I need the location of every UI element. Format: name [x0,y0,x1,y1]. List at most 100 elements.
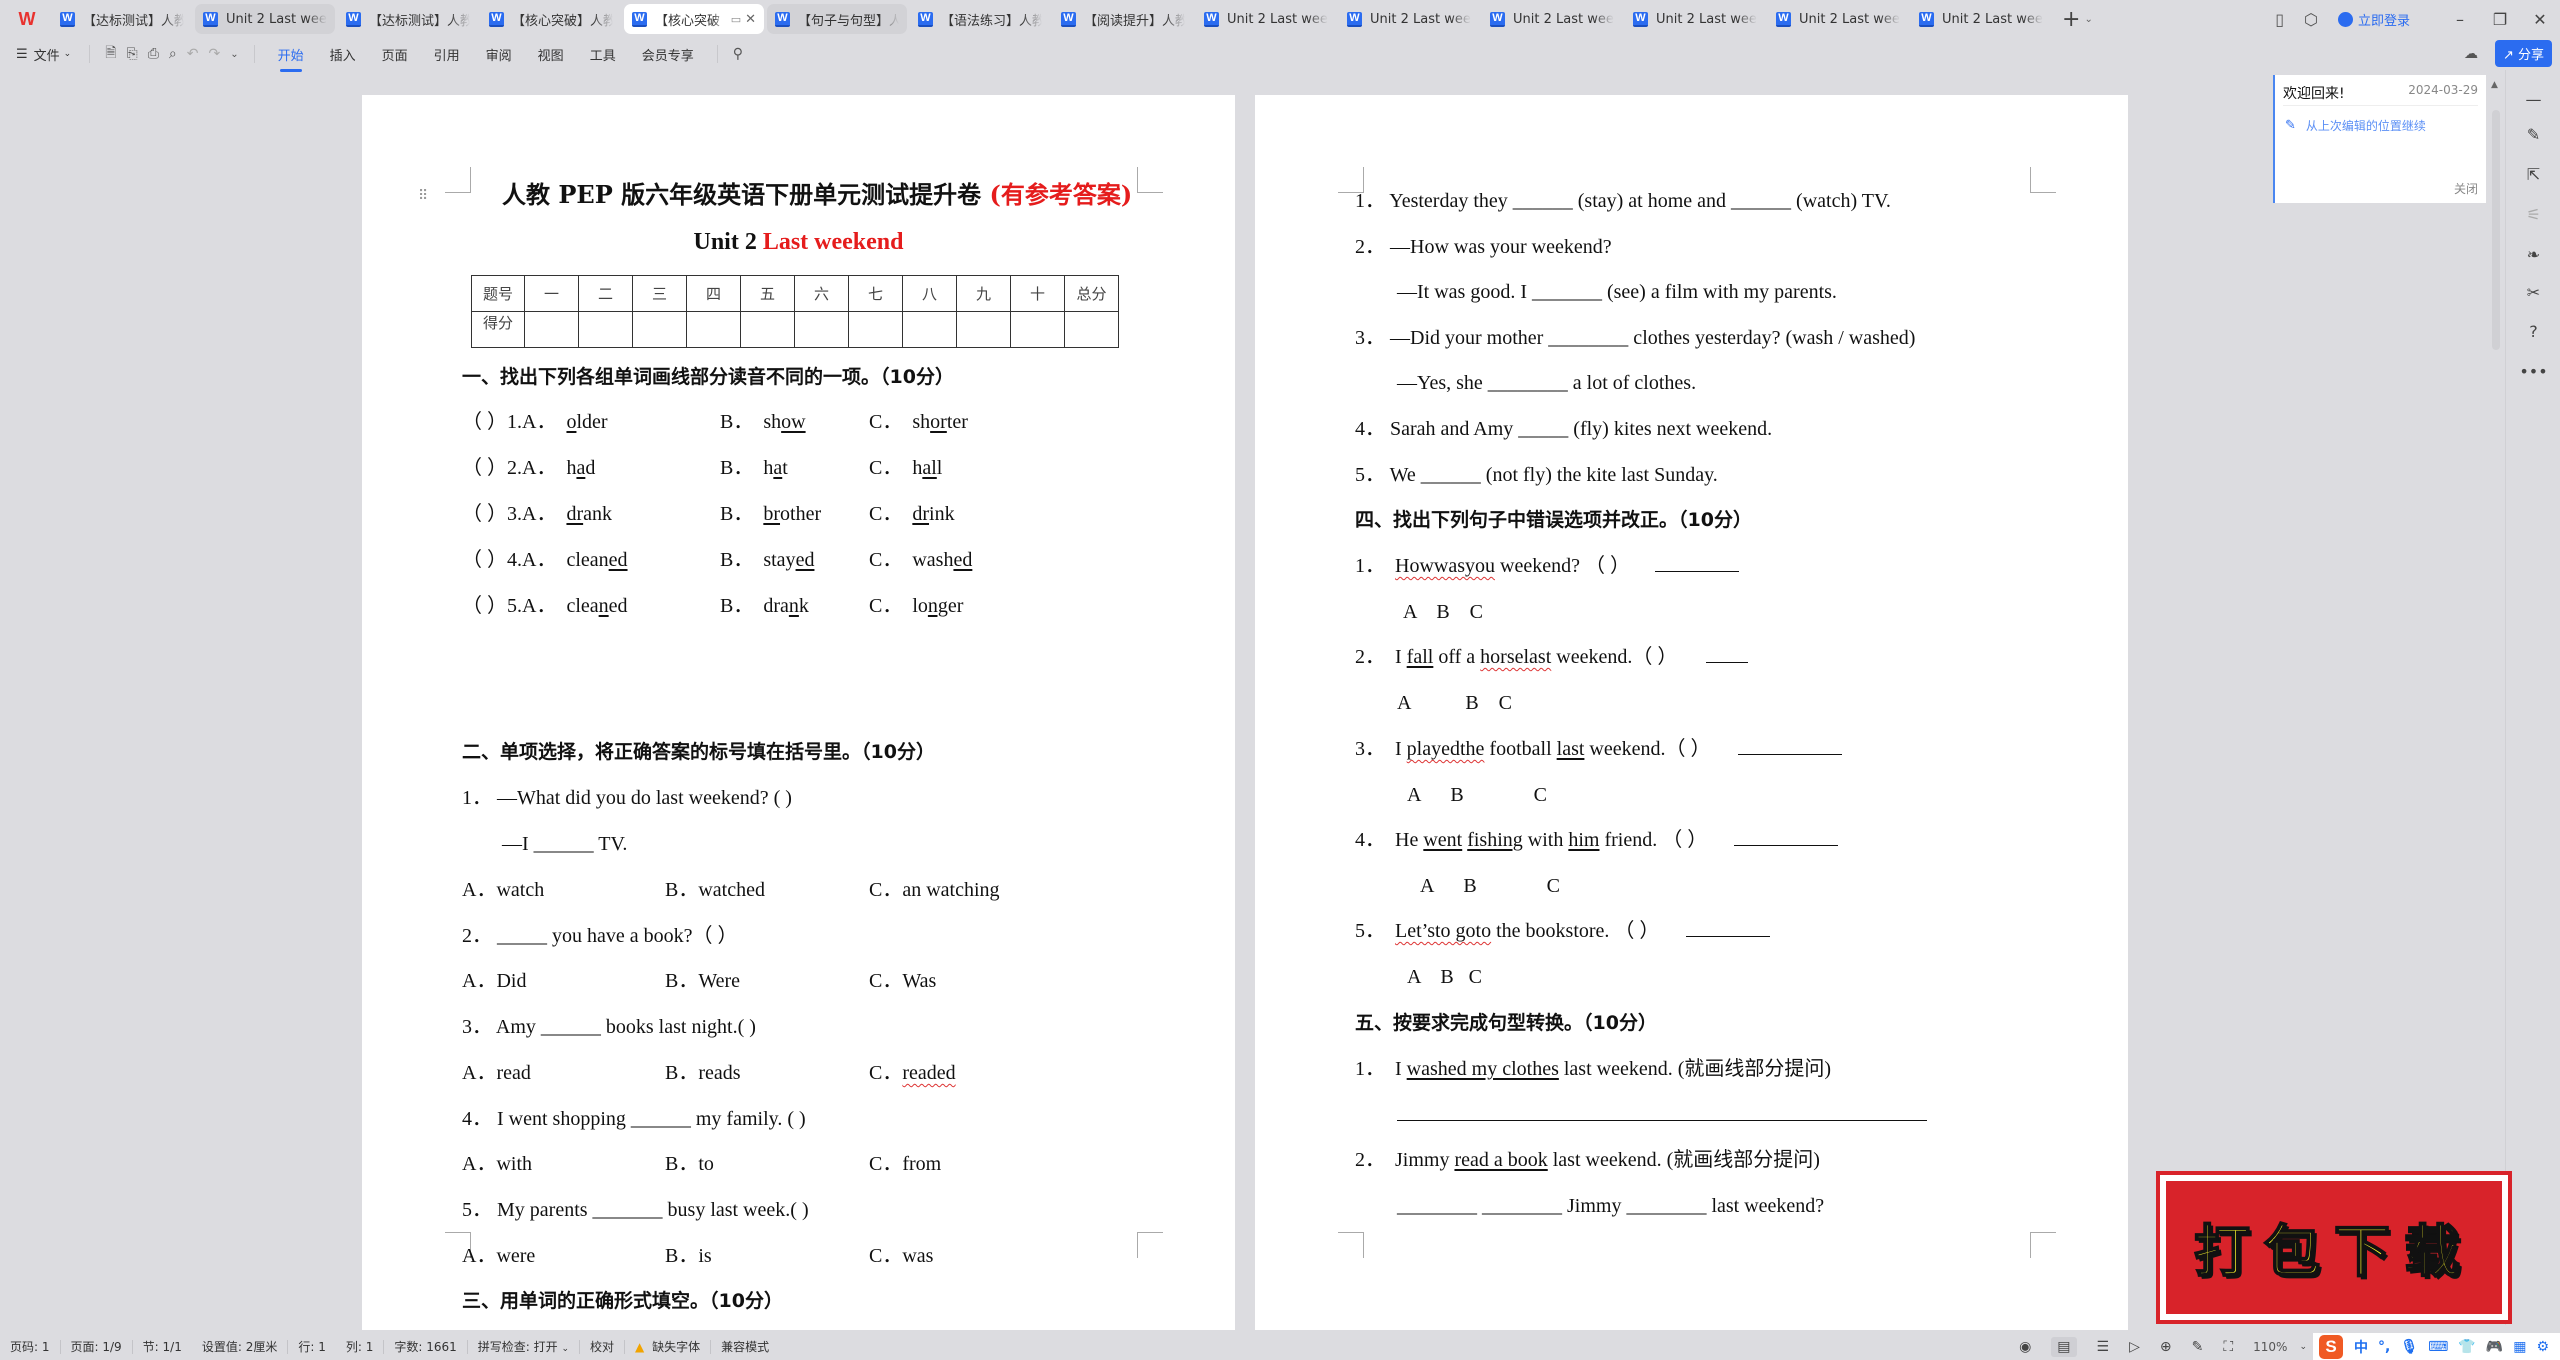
search-icon[interactable]: ⚲ [733,46,743,62]
document-tab[interactable]: W 【语法练习】人教PEP [910,4,1050,34]
zoom-level[interactable]: 110% [2253,1340,2287,1354]
restore-icon[interactable]: ❐ [2480,10,2520,29]
answer-blank[interactable] [1734,828,1839,846]
status-section[interactable]: 节: 1/1 [133,1338,192,1355]
print-preview-icon[interactable]: ⌕ [169,46,177,62]
page-view-icon[interactable]: ▤ [2051,1336,2077,1357]
spell-check-toggle[interactable]: 拼写检查: 打开 ⌄ [468,1338,579,1355]
score-cell[interactable] [956,311,1011,348]
wps-logo-icon[interactable]: W [16,8,38,30]
ribbon-tab[interactable]: 引用 [434,41,460,68]
document-tab[interactable]: W Unit 2 Last weekend [1625,4,1765,34]
cube-icon[interactable]: ⬡ [2304,10,2318,29]
score-cell[interactable] [902,311,957,348]
status-page-code[interactable]: 页码: 1 [0,1338,60,1355]
apps-grid-icon[interactable]: ▦ [2513,1339,2526,1355]
settings-icon[interactable]: ⚙ [2536,1339,2549,1355]
tools-icon[interactable]: ✂ [2506,283,2560,302]
ribbon-tab[interactable]: 开始 [278,41,304,72]
fit-screen-icon[interactable]: ⛶ [2223,1339,2233,1355]
help-icon[interactable]: ? [2506,322,2560,341]
save-icon[interactable]: 🗎 [105,42,116,66]
score-cell[interactable] [578,311,633,348]
chevron-down-icon[interactable]: ⌄ [2084,14,2092,25]
document-tab[interactable]: W Unit 2 Last weekend [1911,4,2051,34]
score-cell[interactable] [524,311,579,348]
write-mode-icon[interactable]: ✎ [2192,1339,2204,1355]
document-tab[interactable]: W Unit 2 Last weekend [1768,4,1908,34]
document-tab[interactable]: W Unit 2 Last weekend [195,4,335,34]
adjust-sliders-icon[interactable]: ⚟ [2506,205,2560,224]
score-cell[interactable] [794,311,849,348]
redo-icon[interactable]: ↷ [208,46,220,62]
keyboard-icon[interactable]: ⌨ [2428,1339,2448,1355]
vertical-scrollbar[interactable] [2492,110,2500,350]
answer-blank[interactable] [1706,645,1749,663]
skin-shirt-icon[interactable]: 👕 [2458,1339,2475,1355]
document-tab[interactable]: W Unit 2 Last weekend [1339,4,1479,34]
more-options-icon[interactable]: ••• [2506,362,2560,381]
answer-line[interactable] [1397,1103,1927,1121]
score-cell[interactable] [632,311,687,348]
ribbon-tab[interactable]: 插入 [330,41,356,68]
ai-image-icon[interactable]: ❧ [2506,245,2560,264]
undo-icon[interactable]: ↶ [187,46,199,62]
sogou-logo-icon[interactable]: S [2319,1334,2343,1359]
status-page[interactable]: 页面: 1/9 [61,1338,132,1355]
collapse-icon[interactable]: — [2506,90,2560,109]
more-quick-access-icon[interactable]: ⌄ [230,49,238,60]
select-cursor-icon[interactable]: ⇱ [2506,165,2560,184]
close-window-icon[interactable]: ✕ [2520,10,2560,29]
proofread-button[interactable]: 校对 [580,1338,624,1355]
print-icon[interactable]: ⎙ [148,46,159,62]
login-button[interactable]: 立即登录 [2337,10,2410,29]
close-tab-icon[interactable]: ✕ [745,12,756,27]
score-cell[interactable] [740,311,795,348]
ribbon-tab[interactable]: 审阅 [486,41,512,68]
document-tab[interactable]: W Unit 2 Last weekend [1196,4,1336,34]
drag-handle-icon[interactable]: ⠿ [418,188,428,204]
split-view-icon[interactable]: ▭ [731,13,741,26]
new-tab-plus-icon[interactable]: + [2062,7,2080,32]
file-menu-button[interactable]: ☰ 文件 ⌄ [16,45,71,64]
document-tab[interactable]: W 【核心突破 ▭ ✕ [624,4,764,34]
status-word-count[interactable]: 字数: 1661 [384,1338,466,1355]
ribbon-tab[interactable]: 页面 [382,41,408,68]
score-cell[interactable] [686,311,741,348]
play-icon[interactable]: ▷ [2129,1339,2140,1355]
microphone-icon[interactable]: 🎙 [2400,1339,2418,1355]
missing-fonts-button[interactable]: ▲ 缺失字体 [625,1338,710,1355]
export-pdf-icon[interactable]: ⎘ [126,46,137,62]
status-setting[interactable]: 设置值: 2厘米 [192,1338,288,1355]
document-tab[interactable]: W 【句子与句型】人教 [767,4,907,34]
status-row[interactable]: 行: 1 [288,1338,336,1355]
game-icon[interactable]: 🎮 [2486,1339,2503,1355]
document-tab[interactable]: W Unit 2 Last weekend [1482,4,1622,34]
score-cell[interactable] [1010,311,1065,348]
close-welcome-button[interactable]: 关闭 [2454,180,2478,197]
share-button[interactable]: ↗ 分享 [2494,40,2552,67]
status-col[interactable]: 列: 1 [336,1338,384,1355]
eye-protection-icon[interactable]: ◉ [2019,1339,2031,1355]
punctuation-icon[interactable]: °, [2378,1339,2390,1355]
score-cell[interactable] [1064,311,1119,348]
ime-mode[interactable]: 中 [2354,1337,2368,1357]
resume-editing-link[interactable]: ✎ 从上次编辑的位置继续 [2285,117,2426,134]
cloud-status-icon[interactable]: ☁ [2464,46,2478,62]
ribbon-tab[interactable]: 视图 [538,41,564,68]
answer-blank[interactable] [1654,554,1739,572]
document-tab[interactable]: W 【阅读提升】人教PEP [1053,4,1193,34]
pen-edit-icon[interactable]: ✎ [2506,125,2560,144]
tablet-mode-icon[interactable]: ▯ [2275,10,2284,29]
score-cell[interactable] [848,311,903,348]
minimize-icon[interactable]: – [2440,10,2480,29]
document-page-1[interactable]: ⠿ 人教 PEP 版六年级英语下册单元测试提升卷 (有参考答案) Unit 2 … [362,95,1235,1330]
document-tab[interactable]: W 【达标测试】人教PEP [52,4,192,34]
ribbon-tab[interactable]: 工具 [590,41,616,68]
outline-view-icon[interactable]: ☰ [2097,1339,2110,1355]
download-banner[interactable]: 打包下载 [2156,1171,2512,1324]
answer-blank[interactable] [1737,737,1842,755]
document-page-2[interactable]: 1． Yesterday they ______ (stay) at home … [1255,95,2128,1330]
web-view-icon[interactable]: ⊕ [2160,1339,2172,1355]
scroll-up-arrow-icon[interactable]: ▲ [2491,80,2498,90]
